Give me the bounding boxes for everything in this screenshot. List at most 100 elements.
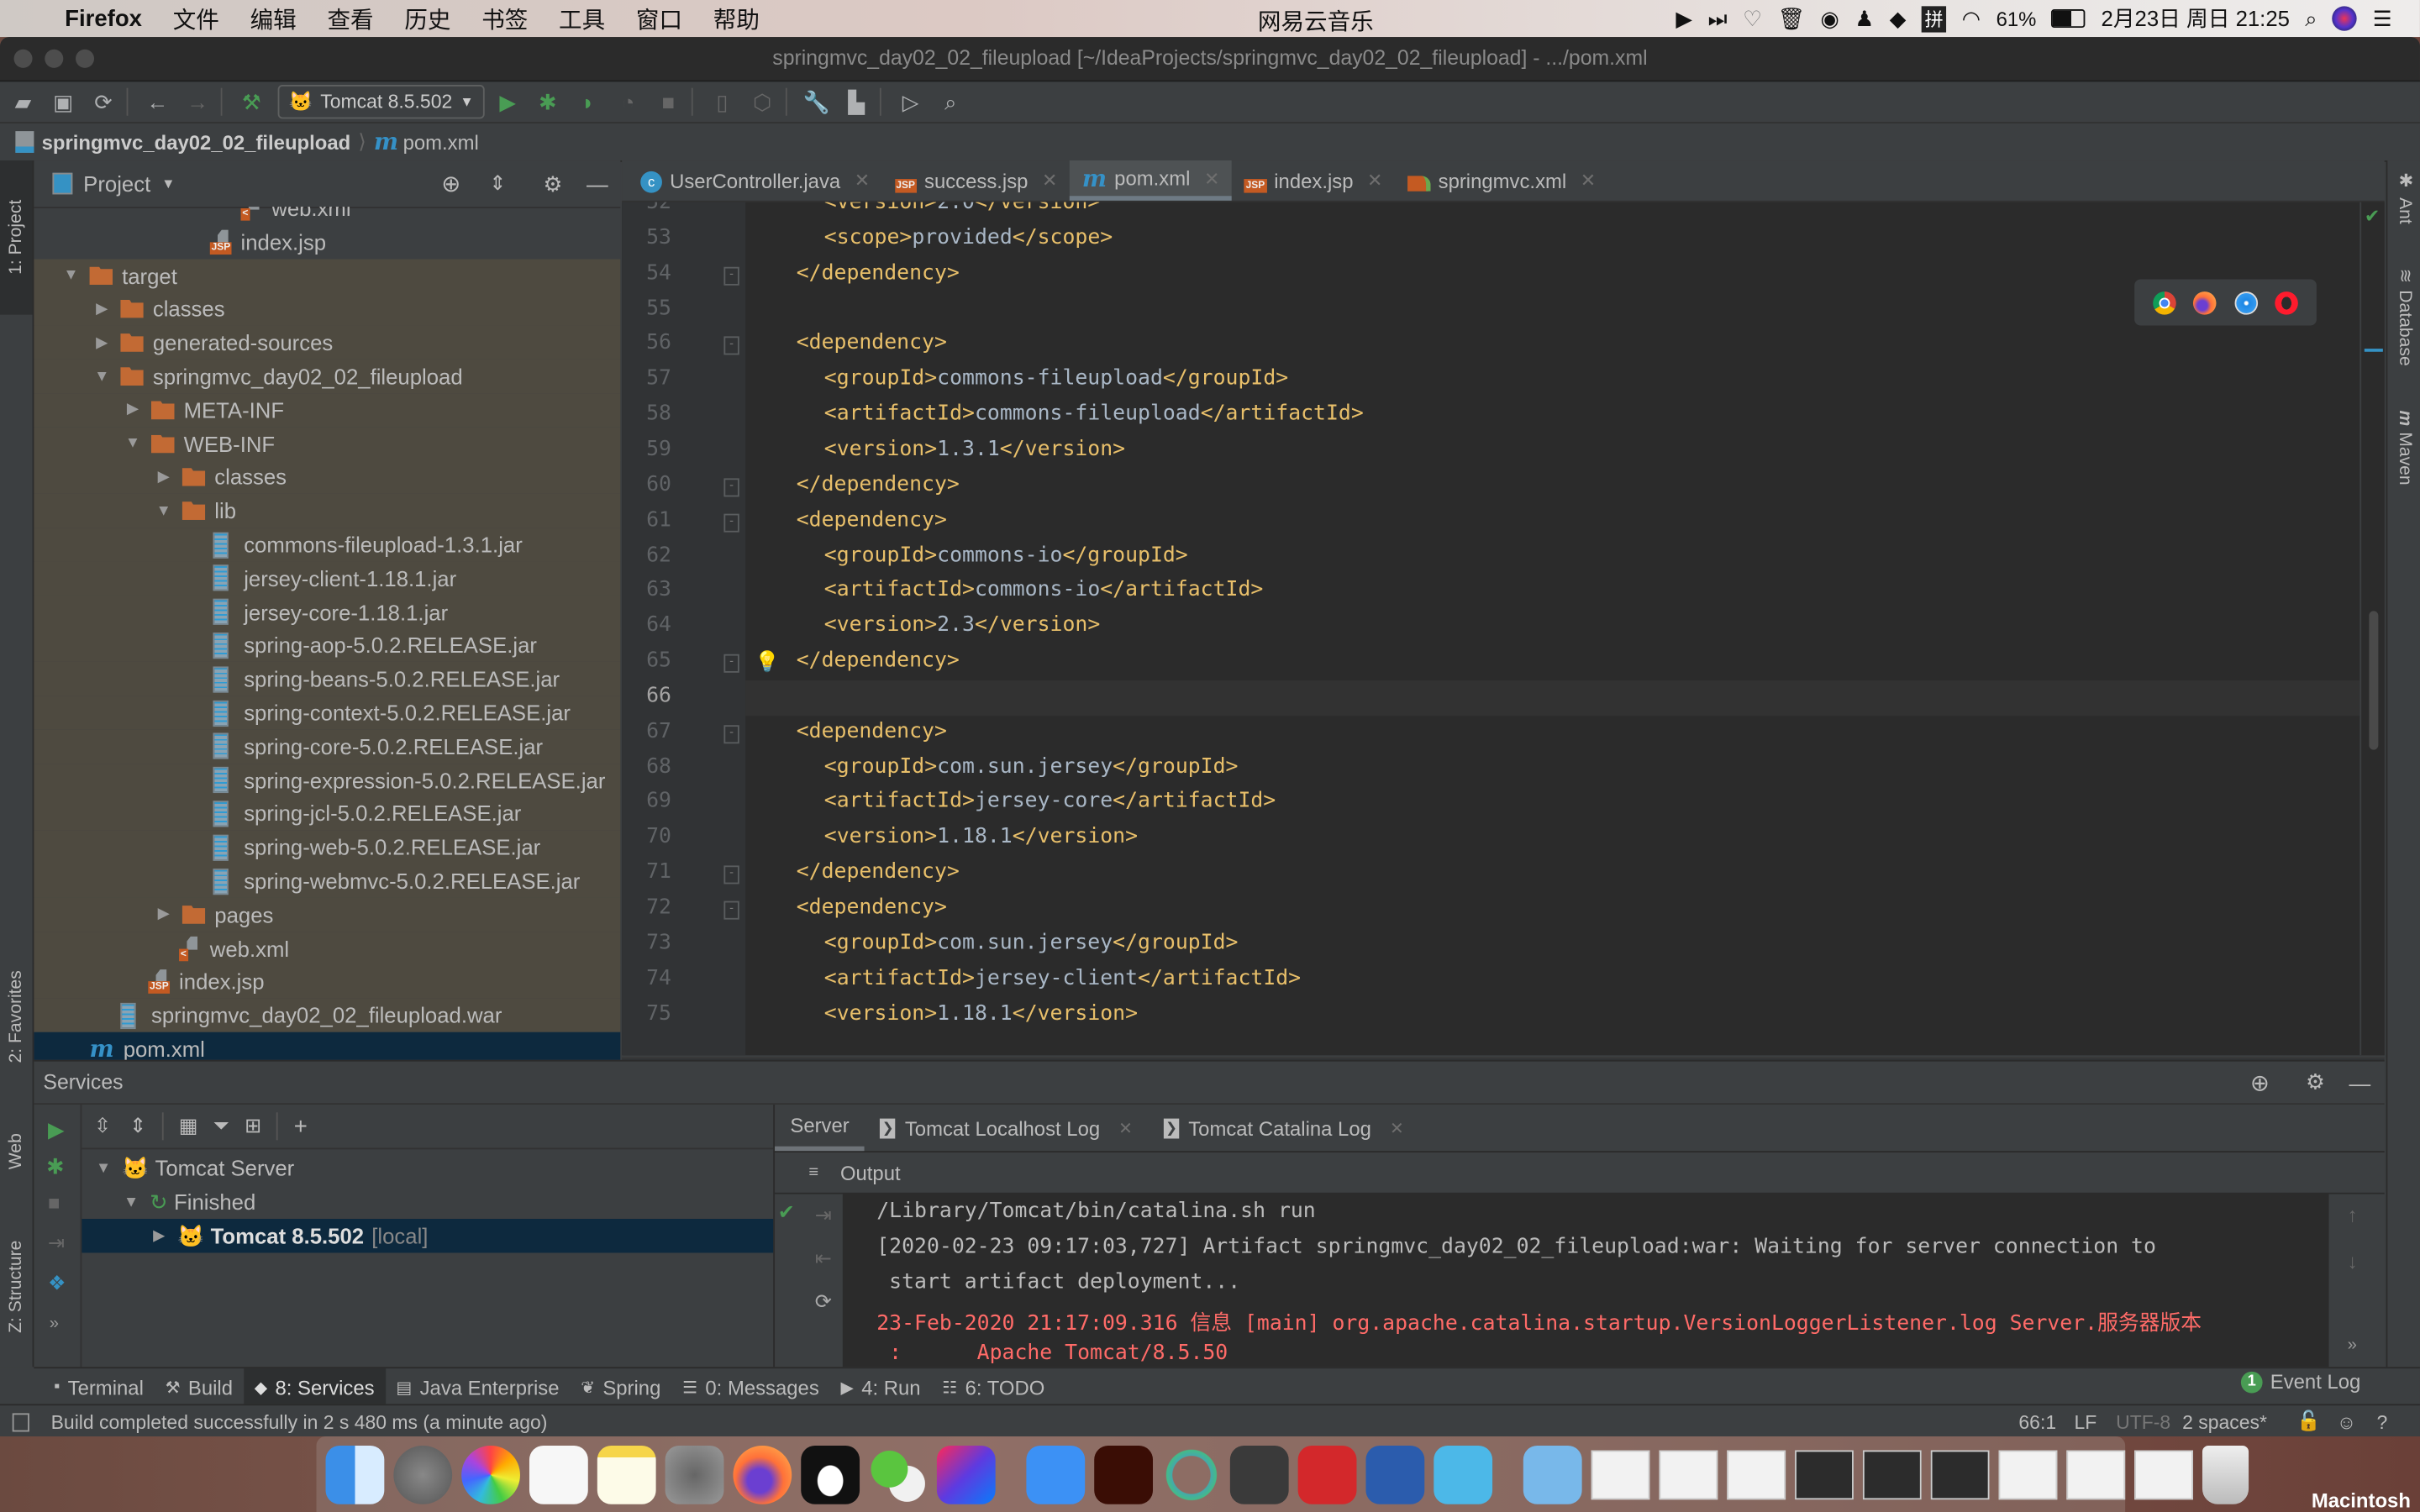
forward-icon[interactable]: → [181, 87, 214, 118]
tree-item[interactable]: ▼ lib [34, 494, 621, 528]
fold-marker-icon[interactable]: - [723, 512, 739, 533]
run-icon[interactable]: ▶ [48, 1117, 65, 1143]
fold-marker-icon[interactable]: - [723, 865, 739, 885]
run-with-coverage-icon[interactable]: ◗ [571, 87, 605, 118]
scroll-thumb[interactable] [2369, 611, 2379, 750]
battery-icon[interactable] [2051, 9, 2086, 29]
locate-icon[interactable]: ⊕ [2250, 1068, 2270, 1096]
tree-item[interactable]: jersey-client-1.18.1.jar [34, 561, 621, 596]
dock-minimized-window[interactable] [1727, 1449, 1786, 1499]
tree-item[interactable]: spring-beans-5.0.2.RELEASE.jar [34, 662, 621, 696]
tree-item[interactable]: spring-aop-5.0.2.RELEASE.jar [34, 628, 621, 663]
hide-panel-icon[interactable]: — [587, 171, 608, 196]
project-view-select[interactable]: Project [83, 171, 150, 196]
ime-icon[interactable]: 拼 [1921, 5, 1947, 32]
event-log-button[interactable]: 1 Event Log [2240, 1370, 2360, 1394]
stop-icon[interactable]: ■ [651, 87, 685, 118]
run-configuration-select[interactable]: 🐱 Tomcat 8.5.502 ▼ [277, 85, 485, 119]
debug-icon[interactable]: ✱ [531, 87, 565, 118]
expanded-arrow-icon[interactable]: ▼ [124, 435, 142, 452]
menu-view[interactable]: 查看 [327, 3, 373, 35]
tree-item[interactable]: jersey-core-1.18.1.jar [34, 595, 621, 629]
dock-minimized-window[interactable] [2066, 1449, 2126, 1499]
trash-icon[interactable]: 🗑 [1778, 5, 1806, 31]
breadcrumb-file[interactable]: pom.xml [403, 130, 479, 154]
redeploy-icon[interactable]: ⇥ [815, 1204, 832, 1228]
editor-tab[interactable]: JSP success.jsp ✕ [882, 160, 1070, 201]
dock-minimized-window[interactable] [2134, 1449, 2193, 1499]
undeploy-icon[interactable]: ⇤ [815, 1247, 832, 1271]
dock-trash-icon[interactable] [2202, 1445, 2249, 1504]
expanded-arrow-icon[interactable]: ▼ [61, 267, 80, 284]
qq-icon[interactable]: ♟ [1854, 5, 1874, 31]
fold-marker-icon[interactable]: - [723, 654, 739, 673]
code-editor[interactable]: 52 53 54 - 55 56 - 57 58 59 60 - 61 - 62 63 64 65 - 66 67 - 68… [622, 202, 2385, 1056]
tree-item[interactable]: < web.xml [34, 207, 620, 225]
back-icon[interactable]: ← [140, 87, 174, 118]
services-tree-item[interactable]: ▼ ↻ Finished [82, 1185, 773, 1219]
tree-item[interactable]: ▼ WEB-INF [34, 427, 621, 461]
heart-icon[interactable]: ♡ [1743, 5, 1762, 31]
tree-item[interactable]: spring-webmvc-5.0.2.RELEASE.jar [34, 864, 621, 898]
dock-navicat-icon[interactable] [1162, 1445, 1221, 1504]
chevron-down-icon[interactable]: ▼ [161, 176, 175, 191]
tree-item[interactable]: ▶ classes [34, 291, 621, 327]
hide-panel-icon[interactable]: — [2349, 1070, 2370, 1095]
collapsed-arrow-icon[interactable]: ▶ [155, 469, 173, 486]
locate-file-icon[interactable]: ⊕ [441, 170, 460, 197]
dock-photos-icon[interactable] [461, 1445, 520, 1504]
stop-icon[interactable]: ■ [48, 1191, 60, 1215]
close-tab-icon[interactable]: ✕ [855, 170, 870, 192]
lock-icon[interactable]: 🔓 [2296, 1410, 2321, 1434]
tree-item[interactable]: commons-fileupload-1.3.1.jar [34, 528, 621, 562]
file-encoding[interactable]: UTF-8 [2116, 1411, 2170, 1433]
fold-marker-icon[interactable]: - [723, 478, 739, 497]
close-tab-icon[interactable]: ✕ [1118, 1118, 1133, 1138]
opera-icon[interactable] [2275, 291, 2299, 314]
more-icon[interactable]: » [50, 1315, 59, 1333]
build-hammer-icon[interactable]: ⚒ [234, 87, 268, 118]
editor-tab[interactable]: c UserController.java ✕ [629, 160, 882, 201]
tool-window-button[interactable]: ☰ 0: Messages [671, 1368, 829, 1405]
scroll-up-icon[interactable]: ↑ [2348, 1204, 2358, 1227]
datetime[interactable]: 2月23日 周日 21:25 [2102, 3, 2290, 34]
dock-minimized-window[interactable] [1795, 1449, 1854, 1499]
settings-wrench-icon[interactable]: 🔧 [799, 87, 833, 118]
fold-marker-icon[interactable]: - [723, 266, 739, 286]
tree-item[interactable]: spring-jcl-5.0.2.RELEASE.jar [34, 796, 621, 831]
collapse-all-icon[interactable]: ⇕ [489, 171, 506, 196]
sync-icon[interactable]: ⟳ [87, 87, 120, 118]
siri-icon[interactable] [2333, 6, 2358, 31]
dock-minimized-window[interactable] [1591, 1449, 1650, 1499]
tool-window-button[interactable]: ◆ 8: Services [243, 1368, 386, 1406]
tool-window-button[interactable]: ▤ Java Enterprise [385, 1368, 570, 1405]
editor-scrollbar[interactable]: ✔ [2360, 202, 2385, 1056]
dock-word-icon[interactable] [1365, 1445, 1425, 1504]
menu-file[interactable]: 文件 [173, 3, 219, 35]
search-icon[interactable]: ⌕ [934, 87, 967, 118]
tree-item[interactable]: spring-context-5.0.2.RELEASE.jar [34, 696, 621, 730]
dock-wechat-icon[interactable] [869, 1445, 928, 1504]
profile-icon[interactable]: ◔ [611, 87, 644, 118]
open-folder-icon[interactable]: ▰ [6, 87, 39, 118]
tree-item[interactable]: spring-expression-5.0.2.RELEASE.jar [34, 763, 621, 797]
tree-item[interactable]: JSP index.jsp [34, 225, 620, 259]
deployment-list-icon[interactable]: ≡ [808, 1163, 818, 1182]
project-structure-icon[interactable]: ▙ [839, 87, 873, 118]
menu-help[interactable]: 帮助 [713, 3, 760, 35]
dock-minimized-window[interactable] [1998, 1449, 2058, 1499]
notification-center-icon[interactable]: ☰ [2373, 5, 2392, 31]
dock-launchpad-icon[interactable] [393, 1445, 453, 1504]
services-detail-tab[interactable]: ❯ Tomcat Localhost Log ✕ [865, 1105, 1148, 1151]
tool-window-button[interactable]: ▶ 4: Run [830, 1368, 932, 1405]
dock-minimized-window[interactable] [1862, 1449, 1922, 1499]
tool-windows-toggle-icon[interactable] [12, 1412, 29, 1431]
add-service-icon[interactable]: + [294, 1113, 308, 1139]
netease-icon[interactable]: ◉ [1821, 5, 1839, 31]
tool-tab-project[interactable]: 1: Project [0, 160, 33, 315]
play-icon[interactable]: ▶ [1676, 5, 1692, 31]
dock-notes-icon[interactable] [597, 1445, 656, 1504]
menu-history[interactable]: 历史 [404, 3, 450, 35]
tree-item[interactable]: ▶ META-INF [34, 392, 621, 428]
dock-netease-music-icon[interactable] [1297, 1445, 1357, 1504]
